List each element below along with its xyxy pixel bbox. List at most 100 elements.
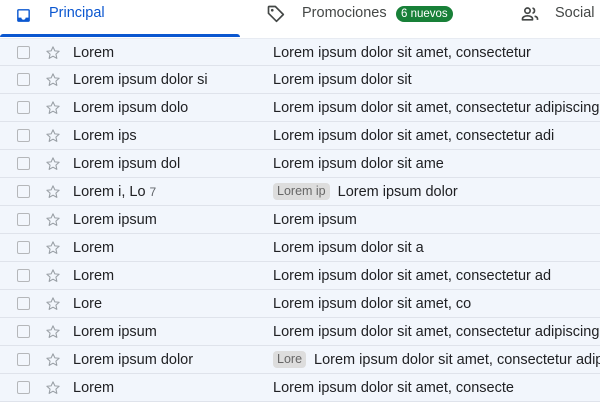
email-subject: Lorem ipsum (273, 212, 357, 228)
email-row[interactable]: Lore Lorem ipsum dolor sit amet, co (0, 290, 600, 318)
email-sender: Lorem ips (73, 128, 137, 144)
email-subject: Lorem ipsum dolor sit amet, consecte (273, 380, 514, 396)
email-subject-line: Lore Lorem ipsum dolor sit amet, consecte… (273, 351, 600, 368)
email-subject-line: Lorem ipsum (273, 212, 357, 228)
category-tabs: Principal Promociones 6 nuevos Social (0, 0, 600, 38)
email-subject: Lorem ipsum dolor sit amet, consectetur (273, 45, 531, 61)
select-checkbox[interactable] (17, 241, 30, 254)
sender-name: Lorem ipsum (73, 212, 157, 228)
star-icon[interactable] (45, 184, 61, 200)
sender-name: Lorem ipsum dolor (73, 352, 194, 368)
email-row[interactable]: Lorem ipsum Lorem ipsum dolor sit amet, c… (0, 318, 600, 346)
email-row[interactable]: Lorem ipsum dolor si Lorem ipsum dolor si… (0, 66, 600, 94)
select-checkbox[interactable] (17, 157, 30, 170)
star-icon[interactable] (45, 352, 61, 368)
email-subject-line: Lorem ipsum dolor sit amet, consectetur … (273, 324, 599, 340)
email-sender: Lorem ipsum dolor (73, 352, 193, 368)
star-icon[interactable] (45, 268, 61, 284)
star-icon[interactable] (45, 156, 61, 172)
select-checkbox[interactable] (17, 213, 30, 226)
email-label-chip[interactable]: Lore (273, 351, 307, 368)
email-sender: Lorem ipsum dol (73, 156, 180, 172)
sender-name: Lorem ipsum (73, 324, 157, 340)
email-subject-line: Lorem ipsum dolor sit (273, 72, 412, 88)
email-row[interactable]: Lorem ipsum Lorem ipsum (0, 206, 600, 234)
sender-name: Lorem (73, 240, 115, 256)
email-subject-line: Lorem ipsum dolor sit amet, consectetur (273, 45, 531, 61)
email-sender: Lorem ipsum (73, 324, 157, 340)
star-icon[interactable] (45, 100, 61, 116)
email-sender: Lorem ipsum dolo (73, 100, 188, 116)
email-subject: Lorem ipsum dolor sit amet, consectetur … (314, 352, 600, 368)
tab-social-label: Social (555, 5, 595, 21)
select-checkbox[interactable] (17, 101, 30, 114)
email-row[interactable]: Lorem i, Lo 7 Lorem ip Lorem ipsum dolor (0, 178, 600, 206)
tab-promociones[interactable]: Promociones 6 nuevos (266, 0, 506, 38)
sender-name: Lorem (73, 380, 115, 396)
sender-name: Lorem (73, 268, 115, 284)
email-sender: Lorem i, Lo 7 (73, 184, 156, 200)
email-subject: Lorem ipsum dolor sit ame (273, 156, 444, 172)
select-checkbox[interactable] (17, 185, 30, 198)
email-sender: Lore (73, 296, 102, 312)
email-sender: Lorem (73, 380, 114, 396)
email-row[interactable]: Lorem Lorem ipsum dolor sit a (0, 234, 600, 262)
tag-icon (266, 4, 286, 24)
email-subject: Lorem ipsum dolor sit amet, consectetur … (273, 128, 555, 144)
new-count-badge: 6 nuevos (396, 6, 453, 22)
thread-count: 7 (149, 185, 157, 199)
email-sender: Lorem ipsum (73, 212, 157, 228)
email-subject-line: Lorem ipsum dolor sit amet, consectetur … (273, 128, 554, 144)
select-checkbox[interactable] (17, 381, 30, 394)
select-checkbox[interactable] (17, 73, 30, 86)
email-subject-line: Lorem ip Lorem ipsum dolor (273, 183, 458, 200)
email-label-chip[interactable]: Lorem ip (273, 183, 330, 200)
star-icon[interactable] (45, 324, 61, 340)
email-row[interactable]: Lorem ipsum dol Lorem ipsum dolor sit ame (0, 150, 600, 178)
star-icon[interactable] (45, 240, 61, 256)
select-checkbox[interactable] (17, 269, 30, 282)
email-list: Lorem Lorem ipsum dolor sit amet, consect… (0, 38, 600, 402)
email-sender: Lorem (73, 268, 114, 284)
select-checkbox[interactable] (17, 129, 30, 142)
star-icon[interactable] (45, 45, 61, 61)
email-row[interactable]: Lorem Lorem ipsum dolor sit amet, consect… (0, 374, 600, 402)
inbox-icon (15, 7, 32, 24)
email-subject-line: Lorem ipsum dolor sit amet, consecte (273, 380, 514, 396)
sender-name: Lorem (73, 45, 115, 61)
email-subject: Lorem ipsum dolor (337, 184, 458, 200)
star-icon[interactable] (45, 380, 61, 396)
email-subject-line: Lorem ipsum dolor sit a (273, 240, 424, 256)
select-checkbox[interactable] (17, 325, 30, 338)
email-sender: Lorem (73, 240, 114, 256)
star-icon[interactable] (45, 72, 61, 88)
select-checkbox[interactable] (17, 297, 30, 310)
star-icon[interactable] (45, 296, 61, 312)
email-subject: Lorem ipsum dolor sit a (273, 240, 424, 256)
star-icon[interactable] (45, 212, 61, 228)
email-row[interactable]: Lorem Lorem ipsum dolor sit amet, consect… (0, 262, 600, 290)
tab-principal[interactable]: Principal (0, 0, 240, 38)
email-subject: Lorem ipsum dolor sit amet, consectetur … (273, 268, 552, 284)
email-subject: Lorem ipsum dolor sit amet, consectetur … (273, 100, 600, 116)
people-icon (520, 4, 540, 24)
star-icon[interactable] (45, 128, 61, 144)
sender-name: Lore (73, 296, 103, 312)
tab-social[interactable]: Social (520, 0, 600, 38)
active-tab-indicator (0, 34, 240, 37)
select-checkbox[interactable] (17, 46, 30, 59)
select-checkbox[interactable] (17, 353, 30, 366)
email-subject: Lorem ipsum dolor sit amet, co (273, 296, 472, 312)
sender-name: Lorem ipsum dolo (73, 100, 189, 116)
sender-name: Lorem i, Lo (73, 184, 146, 200)
email-row[interactable]: Lorem ips Lorem ipsum dolor sit amet, con… (0, 122, 600, 150)
email-row[interactable]: Lorem Lorem ipsum dolor sit amet, consect… (0, 38, 600, 66)
email-row[interactable]: Lorem ipsum dolor Lore Lorem ipsum dolor s… (0, 346, 600, 374)
email-subject-line: Lorem ipsum dolor sit ame (273, 156, 444, 172)
email-subject-line: Lorem ipsum dolor sit amet, co (273, 296, 471, 312)
email-subject-line: Lorem ipsum dolor sit amet, consectetur … (273, 100, 599, 116)
sender-name: Lorem ipsum dol (73, 156, 181, 172)
email-subject-line: Lorem ipsum dolor sit amet, consectetur … (273, 268, 551, 284)
email-subject: Lorem ipsum dolor sit amet, consectetur … (273, 324, 600, 340)
email-row[interactable]: Lorem ipsum dolo Lorem ipsum dolor sit am… (0, 94, 600, 122)
